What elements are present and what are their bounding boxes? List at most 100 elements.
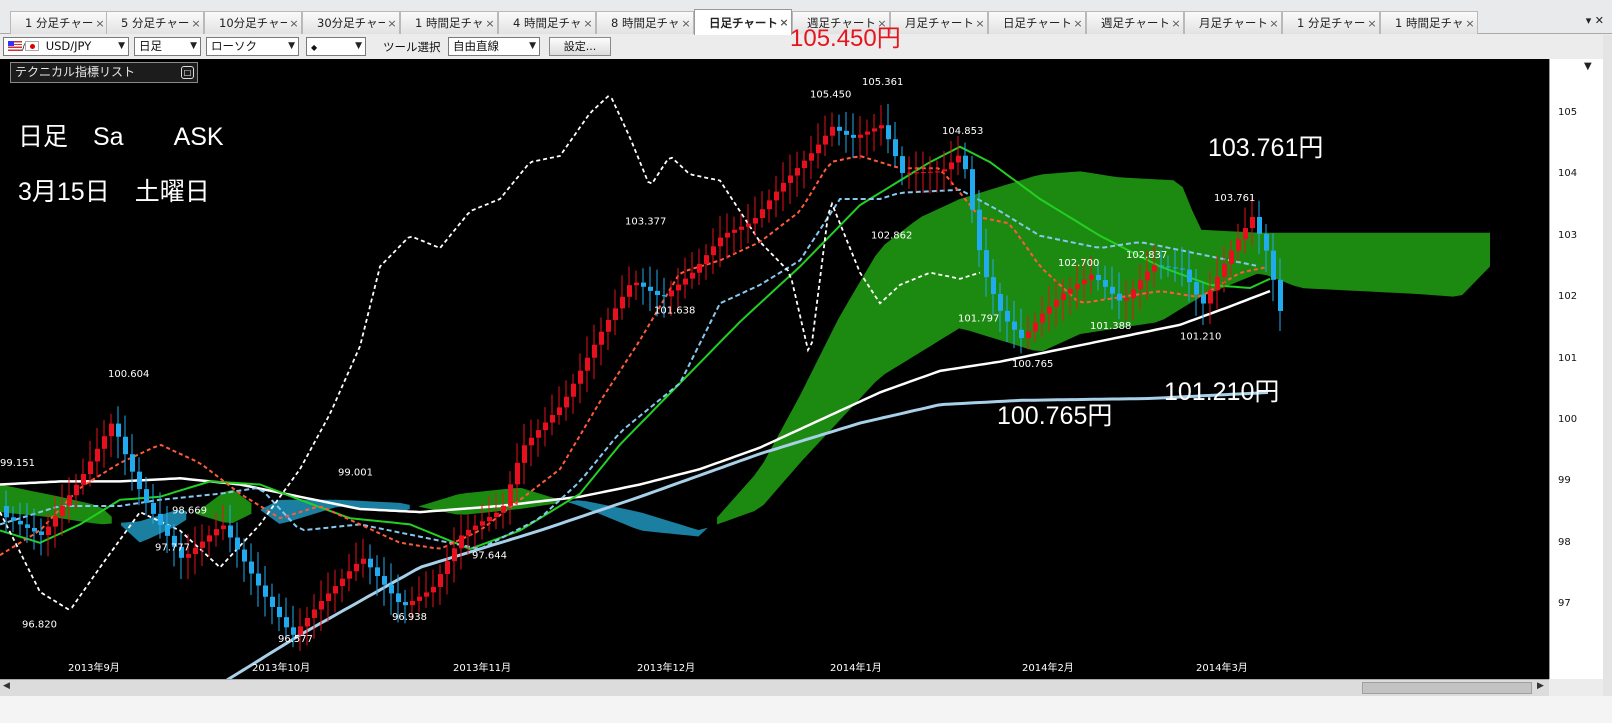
close-icon[interactable]: × xyxy=(189,17,203,30)
close-icon[interactable]: × xyxy=(1267,17,1281,30)
candle-body xyxy=(907,172,912,174)
tab-label: 10分足チャート xyxy=(219,16,287,30)
candle-body xyxy=(564,396,569,408)
tab-12[interactable]: 月足チャート × xyxy=(1184,11,1282,34)
maximize-icon[interactable]: □ xyxy=(181,66,194,79)
tab-label: 8 時間足チャート xyxy=(611,16,679,30)
price-annotation: 99.151 xyxy=(0,458,35,469)
close-icon[interactable]: × xyxy=(1463,17,1477,30)
close-icon[interactable]: × xyxy=(1169,17,1183,30)
candle-body xyxy=(816,144,821,154)
candle-body xyxy=(655,290,660,296)
scroll-right-icon[interactable]: ▶ xyxy=(1537,681,1544,691)
candle-body xyxy=(137,471,142,490)
close-icon[interactable]: × xyxy=(385,17,399,30)
candle-body xyxy=(529,437,534,446)
price-annotation: 97.777 xyxy=(155,542,190,553)
candle-body xyxy=(1208,290,1213,304)
x-axis-label: 2014年3月 xyxy=(1196,661,1248,674)
candle-body xyxy=(956,155,961,163)
candle-body xyxy=(1096,274,1101,281)
price-label-high: 103.761円 xyxy=(1208,134,1324,162)
candle-body xyxy=(662,295,667,297)
scroll-left-icon[interactable]: ◀ xyxy=(3,681,10,691)
tab-6[interactable]: 8 時間足チャート× xyxy=(596,11,694,34)
symbol-select[interactable]: / USD/JPY ▼ xyxy=(3,37,129,56)
candle-body xyxy=(690,272,695,279)
candle-body xyxy=(18,520,23,525)
tab-1[interactable]: 5 分足チャート× xyxy=(106,11,204,34)
candle-body xyxy=(802,160,807,169)
candle-body xyxy=(522,445,527,463)
candle-body xyxy=(1194,282,1199,295)
tool-select[interactable]: 自由直線 ▼ xyxy=(448,37,540,56)
tab-3[interactable]: 30分足チャート× xyxy=(302,11,400,34)
candle-body xyxy=(1271,250,1276,280)
candle-body xyxy=(599,331,604,345)
close-icon[interactable]: × xyxy=(287,17,301,30)
horizontal-scrollbar[interactable]: ◀ ▶ xyxy=(0,679,1549,696)
candle-body xyxy=(641,282,646,287)
marker-select[interactable]: ◆ ▼ xyxy=(306,37,366,56)
us-flag-icon xyxy=(8,41,22,51)
tab-label: 4 時間足チャート xyxy=(513,16,581,30)
price-label-101: 101.210円 xyxy=(1164,378,1280,406)
close-icon[interactable]: × xyxy=(973,17,987,30)
candle-body xyxy=(753,218,758,224)
x-axis-label: 2013年9月 xyxy=(68,661,120,674)
candle-body xyxy=(1026,331,1031,339)
tab-5[interactable]: 4 時間足チャート× xyxy=(498,11,596,34)
tab-2[interactable]: 10分足チャート× xyxy=(204,11,302,34)
y-tick-label: 98 xyxy=(1558,536,1571,548)
tab-label: 1 時間足チャート xyxy=(415,16,483,30)
candle-body xyxy=(74,484,79,496)
tab-7[interactable]: 日足チャート × xyxy=(694,9,792,35)
candle-body xyxy=(11,517,16,521)
tab-11[interactable]: 週足チャート × xyxy=(1086,11,1184,34)
close-icon[interactable]: × xyxy=(483,17,497,30)
candle-body xyxy=(886,125,891,140)
candle-body xyxy=(347,571,352,579)
tab-0[interactable]: 1 分足チャート× xyxy=(10,11,108,34)
candle-body xyxy=(865,131,870,135)
price-annotation: 98.669 xyxy=(172,506,207,517)
price-label-100: 100.765円 xyxy=(997,402,1113,430)
close-icon[interactable]: × xyxy=(679,17,693,30)
candle-body xyxy=(1152,265,1157,272)
vertical-scrollbar[interactable] xyxy=(1603,35,1612,723)
ichimoku-cloud xyxy=(568,500,708,537)
candle-body xyxy=(676,284,681,291)
close-icon[interactable]: × xyxy=(1365,17,1379,30)
period-select[interactable]: 日足 ▼ xyxy=(134,37,201,56)
price-annotation: 101.210 xyxy=(1180,332,1221,343)
tab-9[interactable]: 月足チャート × xyxy=(890,11,988,34)
candle-body xyxy=(116,423,121,437)
candle-body xyxy=(102,436,107,449)
candle-body xyxy=(1054,300,1059,307)
settings-button[interactable]: 設定... xyxy=(549,37,611,56)
technical-indicator-list[interactable]: テクニカル指標リスト □ xyxy=(10,62,198,83)
close-icon[interactable]: × xyxy=(777,16,791,29)
candle-body xyxy=(410,600,415,606)
chart-type-value: ローソク xyxy=(211,39,257,53)
tab-13[interactable]: 1 分足チャート× xyxy=(1282,11,1380,34)
close-icon[interactable]: × xyxy=(581,17,595,30)
tab-10[interactable]: 日足チャート × xyxy=(988,11,1086,34)
x-axis-label: 2013年11月 xyxy=(453,661,511,674)
close-icon[interactable]: × xyxy=(1071,17,1085,30)
candle-body xyxy=(1110,286,1115,294)
symbol-value: USD/JPY xyxy=(45,39,92,53)
tab-label: 日足チャート xyxy=(709,15,777,30)
candle-body xyxy=(200,541,205,548)
candle-body xyxy=(1089,274,1094,280)
tab-14[interactable]: 1 時間足チャート× xyxy=(1380,11,1478,34)
axis-menu-icon[interactable]: ▼ xyxy=(1584,61,1592,72)
tab-menu-icon[interactable]: ▾ ✕ xyxy=(1586,14,1604,27)
close-icon[interactable]: × xyxy=(93,17,107,30)
candle-body xyxy=(578,370,583,384)
scroll-thumb[interactable] xyxy=(1362,682,1532,694)
period-value: 日足 xyxy=(139,39,162,53)
y-axis[interactable]: 97 98 99 100 101 102 103 104 105 xyxy=(1549,59,1603,679)
chart-type-select[interactable]: ローソク ▼ xyxy=(206,37,299,56)
tab-4[interactable]: 1 時間足チャート× xyxy=(400,11,498,34)
